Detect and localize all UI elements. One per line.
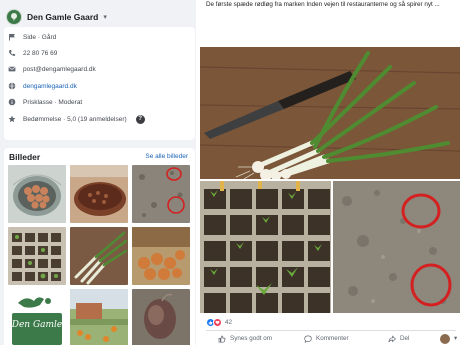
about-item-text: Bedømmelse · 5,0 (19 anmeldelser) <box>23 115 127 123</box>
comment-icon <box>304 335 312 343</box>
about-card: Side · Gård 22 80 76 69 post@dengamlegaa… <box>4 27 195 140</box>
globe-icon <box>8 82 16 90</box>
mail-icon <box>8 65 16 73</box>
about-item-text: Side · Gård <box>23 33 57 41</box>
share-button[interactable]: Del <box>388 332 409 345</box>
page-name[interactable]: Den Gamle Gaard <box>27 12 98 22</box>
about-item-text: post@dengamlegaard.dk <box>23 65 96 73</box>
about-item-rating: Bedømmelse · 5,0 (19 anmeldelser) ? <box>8 113 145 125</box>
photo-thumb-garden[interactable] <box>70 289 128 345</box>
like-label: Synes godt om <box>230 335 273 342</box>
photo-thumb-tart[interactable] <box>70 165 128 223</box>
help-icon[interactable]: ? <box>135 114 145 124</box>
website-link[interactable]: dengamlegaard.dk <box>23 83 77 90</box>
post-photo-seedling-tray[interactable] <box>200 181 331 313</box>
about-item-text: 22 80 76 69 <box>23 49 58 57</box>
post-photo-soil-circled[interactable] <box>333 181 460 313</box>
about-item-category: Side · Gård <box>8 31 56 43</box>
photo-thumb-sprouting-potato[interactable] <box>132 289 190 345</box>
chevron-down-icon[interactable]: ▾ <box>103 13 107 21</box>
post-actions: Synes godt om Kommenter Del ▾ <box>200 332 460 345</box>
about-item-text: Prisklasse · Moderat <box>23 98 83 106</box>
comment-button[interactable]: Kommenter <box>304 332 349 345</box>
avatar <box>440 333 450 344</box>
photos-title: Billeder <box>9 152 41 162</box>
phone-icon <box>8 49 16 57</box>
photo-thumb-spring-onions[interactable] <box>70 227 128 285</box>
photo-thumb-logo-poster[interactable]: Den Gamle <box>8 289 66 345</box>
share-icon <box>388 334 396 342</box>
about-item-price: Prisklasse · Moderat <box>8 96 82 108</box>
chevron-down-icon: ▾ <box>454 335 458 342</box>
about-item-email: post@dengamlegaard.dk <box>8 63 96 75</box>
love-reaction-icon <box>213 317 222 327</box>
reaction-avatar-selector[interactable]: ▾ <box>440 332 457 345</box>
photos-card: Billeder Se alle billeder Den Gamle <box>4 148 195 345</box>
reactions-summary[interactable]: 42 <box>206 317 232 327</box>
star-icon <box>8 115 16 123</box>
info-icon <box>8 98 16 106</box>
photo-thumb-seedling-tray[interactable] <box>8 227 66 285</box>
tree-logo-icon <box>6 9 22 25</box>
comment-label: Kommenter <box>316 335 349 342</box>
post-text: De første spæde rødløg fra marken Inden … <box>206 1 440 8</box>
about-item-phone: 22 80 76 69 <box>8 47 57 59</box>
thumbs-up-icon <box>218 335 226 343</box>
flag-icon <box>8 33 16 41</box>
page-header[interactable]: Den Gamle Gaard ▾ <box>6 9 196 25</box>
about-item-website[interactable]: dengamlegaard.dk <box>8 80 77 92</box>
like-button[interactable]: Synes godt om <box>218 332 272 345</box>
logo-poster-text: Den Gamle <box>11 320 63 330</box>
reactions-count: 42 <box>225 318 233 326</box>
actions-divider <box>206 330 456 331</box>
photo-thumb-eggs[interactable] <box>8 165 66 223</box>
see-all-photos-link[interactable]: Se alle billeder <box>145 153 188 160</box>
photo-thumb-potatoes[interactable] <box>132 227 190 285</box>
post-photo-onions[interactable] <box>200 47 460 179</box>
share-label: Del <box>400 335 410 342</box>
photo-thumb-soil-circled[interactable] <box>132 165 190 223</box>
post: De første spæde rødløg fra marken Inden … <box>200 0 460 345</box>
